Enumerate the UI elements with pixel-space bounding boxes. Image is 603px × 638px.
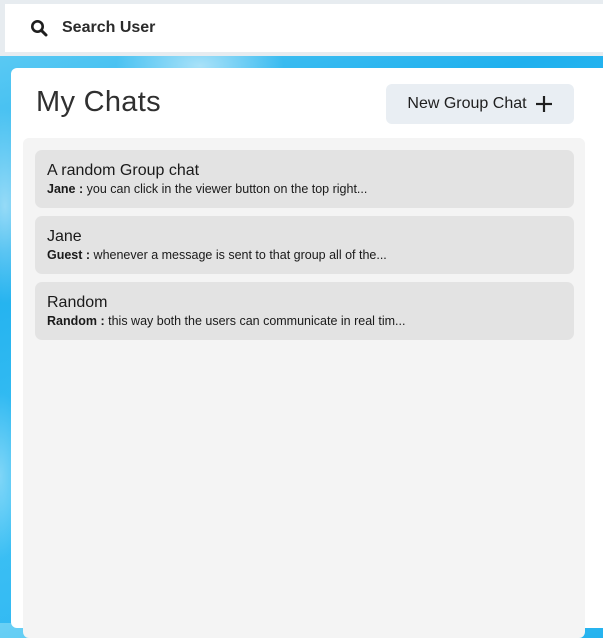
search-user-label: Search User [62,19,156,36]
message-preview: this way both the users can communicate … [108,314,406,328]
chat-list-item[interactable]: Jane Guest : whenever a message is sent … [35,216,574,274]
message-preview: whenever a message is sent to that group… [93,248,387,262]
message-preview: you can click in the viewer button on th… [86,182,368,196]
chat-list: A random Group chat Jane : you can click… [23,138,585,638]
plus-icon [535,95,553,113]
top-bar: Search User [0,0,603,56]
latest-message: Random : this way both the users can com… [47,314,562,328]
new-group-chat-label: New Group Chat [407,95,527,112]
latest-message: Jane : you can click in the viewer butto… [47,182,562,196]
message-sender: Jane : [47,182,84,196]
chat-name: Jane [47,228,82,245]
chat-list-item[interactable]: A random Group chat Jane : you can click… [35,150,574,208]
search-user-button[interactable]: Search User [5,4,603,52]
message-sender: Guest : [47,248,91,262]
search-icon [30,19,48,37]
chat-name: Random [47,294,108,311]
message-sender: Random : [47,314,105,328]
page-title: My Chats [36,86,161,118]
new-group-chat-button[interactable]: New Group Chat [386,84,574,124]
chat-list-item[interactable]: Random Random : this way both the users … [35,282,574,340]
latest-message: Guest : whenever a message is sent to th… [47,248,562,262]
my-chats-panel: My Chats New Group Chat A random Group c… [11,68,603,638]
chat-name: A random Group chat [47,162,200,179]
